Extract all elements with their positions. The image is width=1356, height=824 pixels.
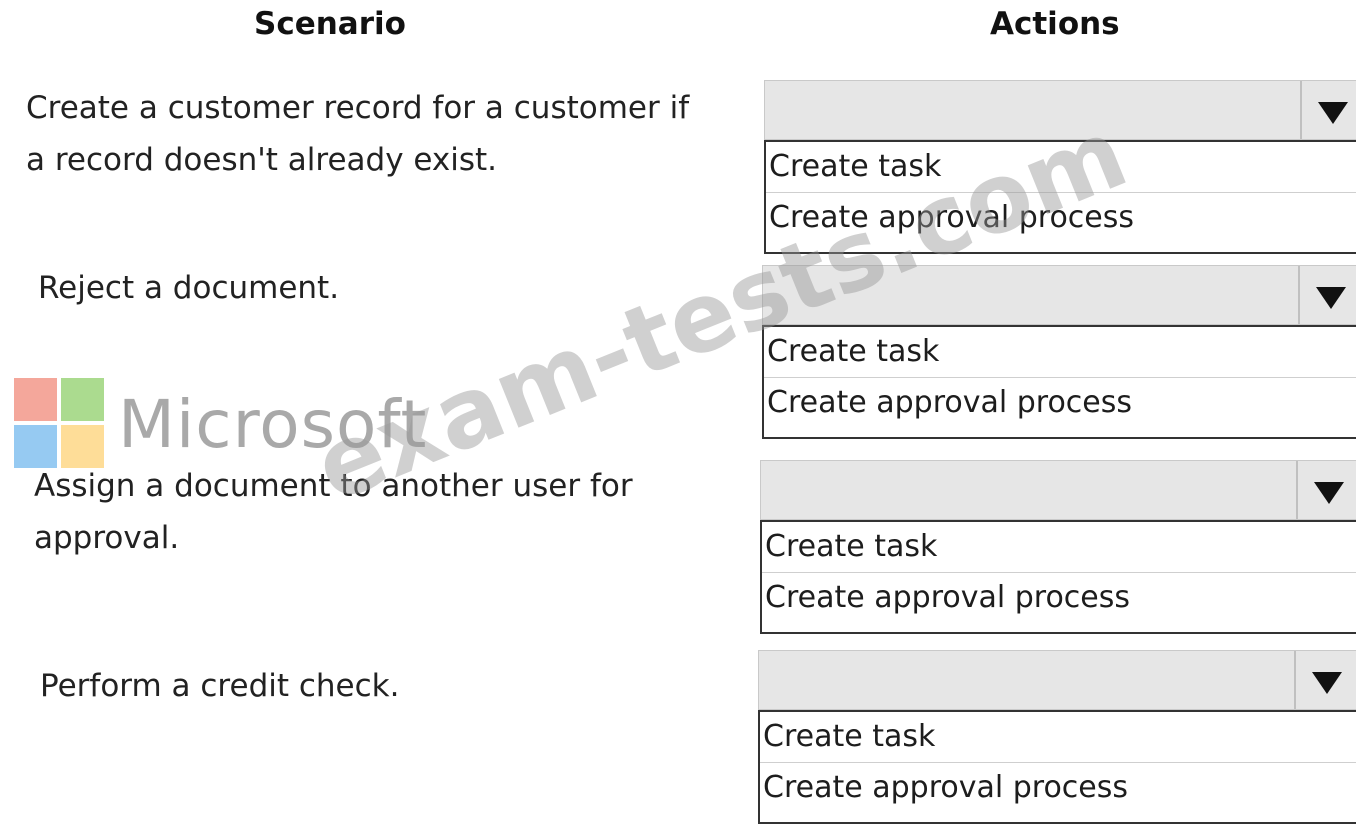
header-scenario: Scenario <box>254 6 406 42</box>
scenario-text: Create a customer record for a customer … <box>26 90 690 178</box>
action-group: Create task Create approval process <box>764 80 1356 254</box>
scenario-text: Reject a document. <box>38 270 340 306</box>
action-group: Create task Create approval process <box>758 650 1356 824</box>
action-dropdown[interactable] <box>758 650 1356 710</box>
action-dropdown[interactable] <box>760 460 1356 520</box>
option-create-task[interactable]: Create task <box>762 522 1356 572</box>
triangle-down-icon[interactable] <box>1318 102 1348 124</box>
option-create-task[interactable]: Create task <box>766 142 1356 192</box>
action-group: Create task Create approval process <box>762 265 1356 439</box>
dropdown-separator <box>1296 461 1298 519</box>
option-create-task[interactable]: Create task <box>764 327 1356 377</box>
header-actions: Actions <box>990 6 1120 42</box>
option-create-approval-process[interactable]: Create approval process <box>762 572 1356 623</box>
action-group: Create task Create approval process <box>760 460 1356 634</box>
option-create-approval-process[interactable]: Create approval process <box>764 377 1356 428</box>
triangle-down-icon[interactable] <box>1316 287 1346 309</box>
action-dropdown[interactable] <box>762 265 1356 325</box>
option-create-approval-process[interactable]: Create approval process <box>766 192 1356 243</box>
dropdown-separator <box>1294 651 1296 709</box>
dropdown-options: Create task Create approval process <box>760 520 1356 634</box>
dropdown-options: Create task Create approval process <box>764 140 1356 254</box>
dropdown-separator <box>1300 81 1302 139</box>
dropdown-separator <box>1298 266 1300 324</box>
option-create-task[interactable]: Create task <box>760 712 1356 762</box>
dropdown-options: Create task Create approval process <box>758 710 1356 824</box>
scenario-text: Assign a document to another user for ap… <box>34 468 633 556</box>
action-dropdown[interactable] <box>764 80 1356 140</box>
dropdown-options: Create task Create approval process <box>762 325 1356 439</box>
triangle-down-icon[interactable] <box>1312 672 1342 694</box>
option-create-approval-process[interactable]: Create approval process <box>760 762 1356 813</box>
triangle-down-icon[interactable] <box>1314 482 1344 504</box>
watermark-brand: Microsoft <box>118 386 428 463</box>
scenario-text: Perform a credit check. <box>40 668 400 704</box>
